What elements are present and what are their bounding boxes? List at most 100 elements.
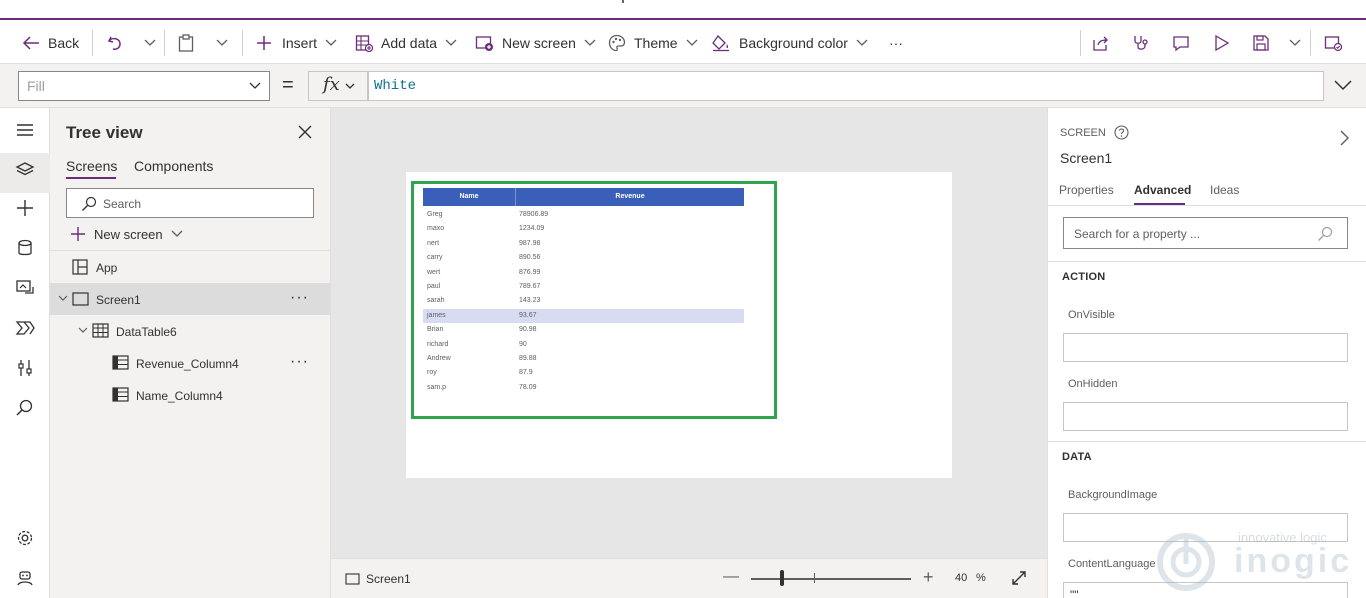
insert-label: Insert — [282, 35, 318, 51]
virtual-agent-icon[interactable] — [15, 568, 35, 588]
table-row[interactable]: Brian 90.98 — [423, 323, 744, 337]
preview-button[interactable] — [1214, 22, 1230, 64]
background-color-button[interactable]: Background color — [711, 22, 868, 64]
new-screen-icon — [475, 36, 493, 51]
insert-plus-icon[interactable] — [15, 198, 35, 218]
table-row[interactable]: richard 90 — [423, 338, 744, 352]
zoom-value[interactable]: 40 — [955, 572, 967, 584]
more-options-icon[interactable]: ··· — [290, 353, 309, 371]
tree-view-panel: Tree view Screens Components Search New … — [50, 108, 331, 598]
expand-formula-icon[interactable] — [1334, 79, 1352, 91]
comments-button[interactable] — [1172, 22, 1190, 64]
zoom-slider-track[interactable] — [751, 578, 911, 580]
chevron-down-icon — [856, 39, 868, 46]
save-dropdown[interactable] — [1289, 22, 1301, 64]
tree-search-input[interactable]: Search — [66, 188, 314, 218]
new-screen-button[interactable]: New screen — [475, 22, 596, 64]
zoom-slider-thumb[interactable] — [780, 570, 784, 586]
table-row[interactable]: sam.p 78.09 — [423, 381, 744, 395]
tab-components[interactable]: Components — [134, 158, 213, 174]
publish-button[interactable] — [1324, 22, 1342, 64]
paste-button[interactable] — [178, 22, 194, 64]
paste-dropdown[interactable] — [216, 22, 228, 64]
zoom-out-button[interactable]: — — [723, 568, 739, 586]
share-button[interactable] — [1092, 22, 1110, 64]
settings-gear-icon[interactable] — [15, 528, 35, 548]
tree-new-screen-button[interactable]: New screen — [70, 226, 183, 242]
undo-dropdown[interactable] — [144, 22, 156, 64]
cell-name: Andrew — [427, 355, 451, 362]
table-row[interactable]: james 93.67 — [423, 308, 744, 323]
back-label: Back — [48, 35, 80, 51]
undo-button[interactable] — [106, 22, 124, 64]
table-row[interactable]: maxo 1234.09 — [423, 222, 744, 236]
tree-node-screen1[interactable]: Screen1 ··· — [50, 283, 330, 315]
watermark-logo: innovative logic inogic — [1144, 528, 1354, 598]
back-button[interactable]: Back — [22, 22, 79, 64]
stethoscope-icon — [1134, 36, 1148, 50]
more-commands-button[interactable]: ··· — [889, 22, 903, 64]
layers-icon[interactable] — [15, 160, 35, 180]
table-row[interactable]: Andrew 89.88 — [423, 352, 744, 366]
search-icon[interactable] — [15, 398, 35, 418]
column-header-revenue[interactable]: Revenue — [516, 188, 744, 206]
insert-button[interactable]: Insert — [256, 22, 337, 64]
data-cylinder-icon[interactable] — [15, 238, 35, 258]
onhidden-input[interactable] — [1063, 402, 1348, 431]
tab-screens[interactable]: Screens — [66, 158, 117, 174]
table-row[interactable]: carry 890.56 — [423, 251, 744, 265]
tab-properties[interactable]: Properties — [1059, 183, 1114, 197]
arrow-left-icon — [22, 36, 39, 50]
table-row[interactable]: wert 876.99 — [423, 266, 744, 280]
tab-advanced[interactable]: Advanced — [1134, 183, 1191, 197]
control-kind-label: SCREEN — [1060, 126, 1106, 139]
advanced-tools-icon[interactable] — [15, 358, 35, 378]
add-data-button[interactable]: Add data — [355, 22, 457, 64]
fx-button[interactable]: fx — [308, 71, 368, 101]
property-search-input[interactable]: Search for a property ... — [1063, 217, 1348, 249]
control-kind: SCREEN — [1060, 125, 1129, 140]
table-row[interactable]: Greg 78906.89 — [423, 208, 744, 222]
left-rail — [0, 108, 50, 598]
fit-to-window-icon[interactable] — [1011, 570, 1027, 586]
divider — [1048, 205, 1366, 206]
property-dropdown[interactable]: Fill — [18, 71, 270, 101]
table-row[interactable]: roy 87.9 — [423, 366, 744, 380]
tree-node-revenue-column4[interactable]: Revenue_Column4 ··· — [50, 347, 330, 379]
save-button[interactable] — [1252, 22, 1270, 64]
more-options-icon[interactable]: ··· — [290, 289, 309, 307]
table-row[interactable]: paul 789.67 — [423, 280, 744, 294]
help-icon[interactable] — [1114, 125, 1129, 140]
column-header-name[interactable]: Name — [423, 188, 516, 206]
cell-name: sam.p — [427, 383, 447, 391]
tree-node-name-column4[interactable]: Name_Column4 — [50, 379, 330, 411]
app-screen[interactable]: Name Revenue Greg 78906.89 maxo 1234.09 nert… — [406, 172, 952, 478]
tab-ideas[interactable]: Ideas — [1210, 183, 1239, 197]
background-color-label: Background color — [739, 35, 848, 51]
cell-revenue: 143.23 — [519, 297, 541, 305]
control-name[interactable]: Screen1 — [1060, 150, 1112, 166]
power-automate-icon[interactable] — [15, 318, 35, 338]
tree-node-datatable6[interactable]: DataTable6 — [50, 315, 330, 347]
watermark-brand: inogic — [1234, 542, 1353, 580]
table-row[interactable]: nert 987.98 — [423, 237, 744, 251]
zoom-in-button[interactable]: + — [923, 567, 934, 588]
formula-input[interactable]: White — [368, 71, 1324, 101]
cell-name: richard — [427, 340, 449, 348]
table-row[interactable]: sarah 143.23 — [423, 294, 744, 308]
cell-revenue: 89.88 — [519, 355, 537, 362]
tree-node-app[interactable]: App — [50, 251, 330, 283]
chevron-right-icon[interactable] — [1340, 130, 1350, 146]
design-canvas[interactable]: Name Revenue Greg 78906.89 maxo 1234.09 nert… — [331, 108, 1047, 558]
screen-selector-label: Screen1 — [366, 572, 411, 586]
onvisible-input[interactable] — [1063, 333, 1348, 362]
hamburger-menu-icon[interactable] — [15, 120, 35, 140]
media-icon[interactable] — [15, 278, 35, 298]
data-table-control[interactable]: Name Revenue Greg 78906.89 maxo 1234.09 nert… — [411, 181, 777, 419]
save-icon — [1253, 35, 1269, 51]
close-icon[interactable] — [298, 125, 312, 139]
theme-button[interactable]: Theme — [608, 22, 698, 64]
screen-selector[interactable]: Screen1 — [345, 572, 411, 586]
app-checker-button[interactable] — [1132, 22, 1150, 64]
label-onvisible: OnVisible — [1068, 309, 1115, 321]
